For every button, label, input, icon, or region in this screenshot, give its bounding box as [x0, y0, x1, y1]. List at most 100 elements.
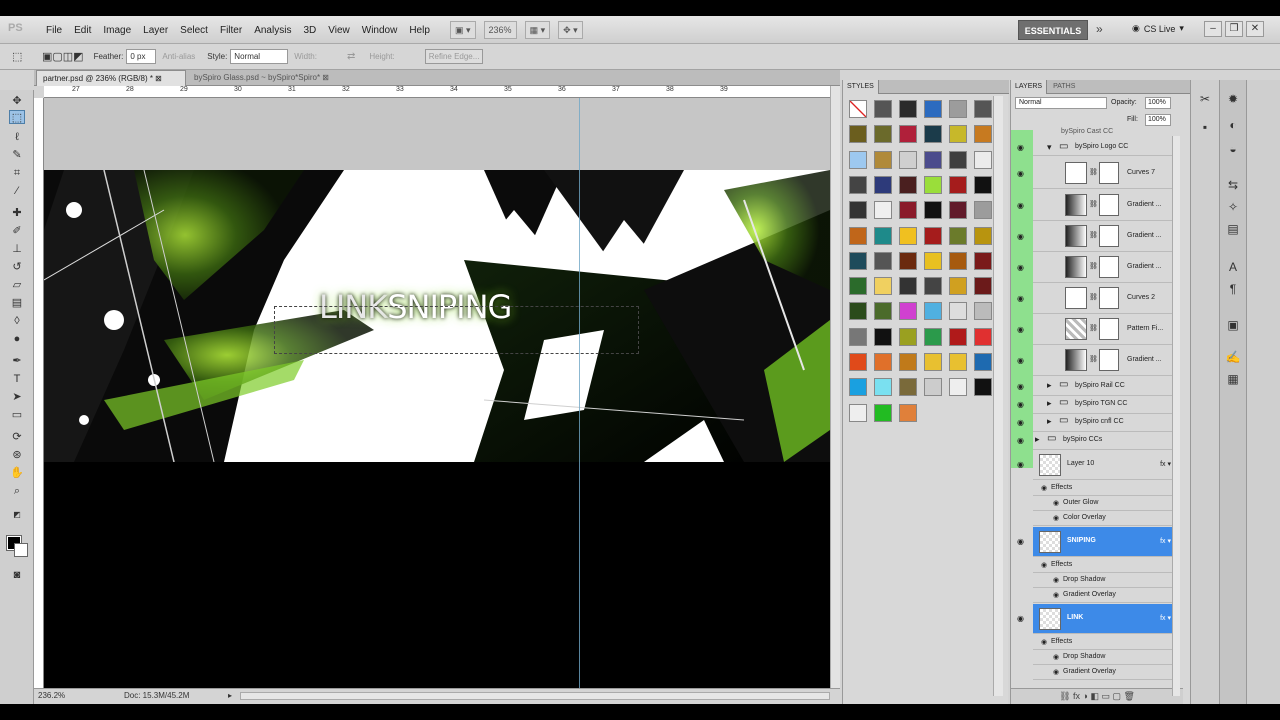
- chevron-right-icon[interactable]: ▸: [1047, 416, 1052, 427]
- horizontal-scrollbar[interactable]: [240, 692, 830, 700]
- layer-row[interactable]: ◉ fx ▾ LINK: [1017, 604, 1175, 634]
- layer-effect-row[interactable]: ◉ Gradient Overlay: [1033, 588, 1175, 603]
- style-swatch[interactable]: [849, 100, 867, 118]
- quick-mask-icon[interactable]: ◙: [9, 568, 25, 582]
- style-select[interactable]: Normal: [230, 49, 289, 64]
- eye-icon[interactable]: [1017, 500, 1027, 508]
- selection-mode-icons[interactable]: ▣▢◫◩: [42, 50, 84, 63]
- minimize-icon[interactable]: –: [1204, 21, 1222, 37]
- style-swatch[interactable]: [874, 378, 892, 397]
- link-icon[interactable]: ⛓: [1089, 262, 1098, 270]
- style-swatch[interactable]: [974, 100, 992, 118]
- menu-file[interactable]: File: [40, 25, 68, 36]
- layers-scrollbar[interactable]: [1172, 136, 1180, 696]
- link-icon[interactable]: ⛓: [1089, 293, 1098, 301]
- style-swatch[interactable]: [849, 150, 867, 169]
- style-swatch[interactable]: [949, 277, 967, 296]
- style-swatch[interactable]: [924, 277, 942, 296]
- style-swatch[interactable]: [949, 327, 967, 346]
- chevron-right-icon[interactable]: ▸: [1047, 380, 1052, 391]
- clone-source-icon[interactable]: ▪: [1197, 120, 1213, 134]
- status-menu-icon[interactable]: ▸: [228, 689, 232, 702]
- cs-live[interactable]: ◉ CS Live ▾: [1132, 23, 1184, 34]
- eye-icon[interactable]: [1017, 654, 1027, 662]
- style-swatch[interactable]: [924, 201, 942, 220]
- type-tool-icon[interactable]: T: [9, 372, 25, 386]
- extras-icon[interactable]: ✥ ▾: [558, 21, 583, 39]
- style-swatch[interactable]: [974, 201, 992, 220]
- layer-row[interactable]: ◉ ⛓ Gradient ...: [1017, 252, 1175, 283]
- eye-icon[interactable]: ◉: [1017, 263, 1027, 272]
- 3d-rotate-tool-icon[interactable]: ⟳: [9, 430, 25, 444]
- style-swatch[interactable]: [899, 378, 917, 397]
- style-swatch[interactable]: [874, 251, 892, 270]
- style-swatch[interactable]: [974, 302, 992, 321]
- crop-tool-icon[interactable]: ⌗: [9, 166, 25, 180]
- layer-effect-row[interactable]: ◉ Gradient Overlay: [1033, 665, 1175, 680]
- history-icon[interactable]: ⇆: [1225, 178, 1241, 192]
- style-swatch[interactable]: [974, 353, 992, 371]
- actions-icon[interactable]: ✧: [1225, 200, 1241, 214]
- layer-row[interactable]: ◉ ⛓ Curves 7: [1017, 158, 1175, 189]
- menu-layer[interactable]: Layer: [137, 25, 174, 36]
- style-swatch[interactable]: [849, 125, 867, 144]
- layer-row[interactable]: ◉ ▸ ▭ bySpiro TGN CC: [1017, 396, 1175, 414]
- style-swatch[interactable]: [874, 175, 892, 194]
- style-swatch[interactable]: [924, 302, 942, 321]
- marquee-tool-icon[interactable]: ⬚: [9, 110, 25, 124]
- default-colors-icon[interactable]: ◩: [9, 508, 25, 522]
- effect-eye-icon[interactable]: ◉: [1053, 668, 1059, 676]
- fx-icon[interactable]: fx ▾: [1160, 537, 1171, 545]
- style-swatch[interactable]: [874, 277, 892, 296]
- layer-mask-thumbnail[interactable]: [1099, 225, 1119, 247]
- style-swatch[interactable]: [974, 378, 992, 397]
- zoom-level[interactable]: 236%: [483, 21, 517, 39]
- style-swatch[interactable]: [924, 353, 942, 371]
- tools-preset-icon[interactable]: ✂: [1197, 92, 1213, 106]
- eye-icon[interactable]: [1017, 515, 1027, 523]
- restore-icon[interactable]: ❐: [1225, 21, 1243, 37]
- style-swatch[interactable]: [849, 353, 867, 371]
- style-swatch[interactable]: [849, 201, 867, 220]
- quick-select-tool-icon[interactable]: ✎: [9, 148, 25, 162]
- style-swatch[interactable]: [949, 175, 967, 194]
- style-swatch[interactable]: [899, 403, 917, 422]
- arrange-documents-icon[interactable]: ▦ ▾: [524, 21, 551, 39]
- menu-view[interactable]: View: [322, 25, 356, 36]
- eye-icon[interactable]: [1017, 669, 1027, 677]
- zoom-status[interactable]: 236.2%: [38, 689, 65, 702]
- layer-row[interactable]: ◉ ⛓ Gradient ...: [1017, 345, 1175, 376]
- style-swatch[interactable]: [874, 327, 892, 346]
- tab-layers[interactable]: LAYERS: [1011, 80, 1048, 94]
- style-swatch[interactable]: [899, 251, 917, 270]
- workspace-more-icon[interactable]: »: [1096, 22, 1103, 36]
- link-icon[interactable]: ⛓: [1089, 200, 1098, 208]
- antialias-checkbox[interactable]: Anti-alias: [162, 52, 195, 61]
- style-swatch[interactable]: [949, 201, 967, 220]
- style-swatch[interactable]: [874, 150, 892, 169]
- eye-icon[interactable]: ◉: [1017, 169, 1027, 178]
- style-swatch[interactable]: [949, 226, 967, 245]
- layer-mask-thumbnail[interactable]: [1099, 256, 1119, 278]
- style-swatch[interactable]: [974, 327, 992, 346]
- eye-icon[interactable]: [1017, 485, 1027, 493]
- style-swatch[interactable]: [974, 277, 992, 296]
- style-swatch[interactable]: [874, 302, 892, 321]
- blur-tool-icon[interactable]: ◊: [9, 314, 25, 328]
- color-icon[interactable]: ✹: [1225, 92, 1241, 106]
- link-icon[interactable]: ⛓: [1089, 231, 1098, 239]
- fx-icon[interactable]: fx ▾: [1160, 460, 1171, 468]
- style-swatch[interactable]: [849, 327, 867, 346]
- layer-effect-row[interactable]: ◉ Effects: [1033, 481, 1175, 496]
- tab-styles[interactable]: STYLES: [843, 80, 879, 94]
- refine-edge-button[interactable]: Refine Edge...: [424, 49, 484, 64]
- fx-icon[interactable]: fx ▾: [1160, 614, 1171, 622]
- hand-tool-icon[interactable]: ✋: [9, 466, 25, 480]
- style-swatch[interactable]: [899, 277, 917, 296]
- layer-mask-thumbnail[interactable]: [1099, 287, 1119, 309]
- style-swatch[interactable]: [949, 251, 967, 270]
- menu-image[interactable]: Image: [97, 25, 137, 36]
- path-select-tool-icon[interactable]: ➤: [9, 390, 25, 404]
- eye-icon[interactable]: [1017, 592, 1027, 600]
- gradient-tool-icon[interactable]: ▤: [9, 296, 25, 310]
